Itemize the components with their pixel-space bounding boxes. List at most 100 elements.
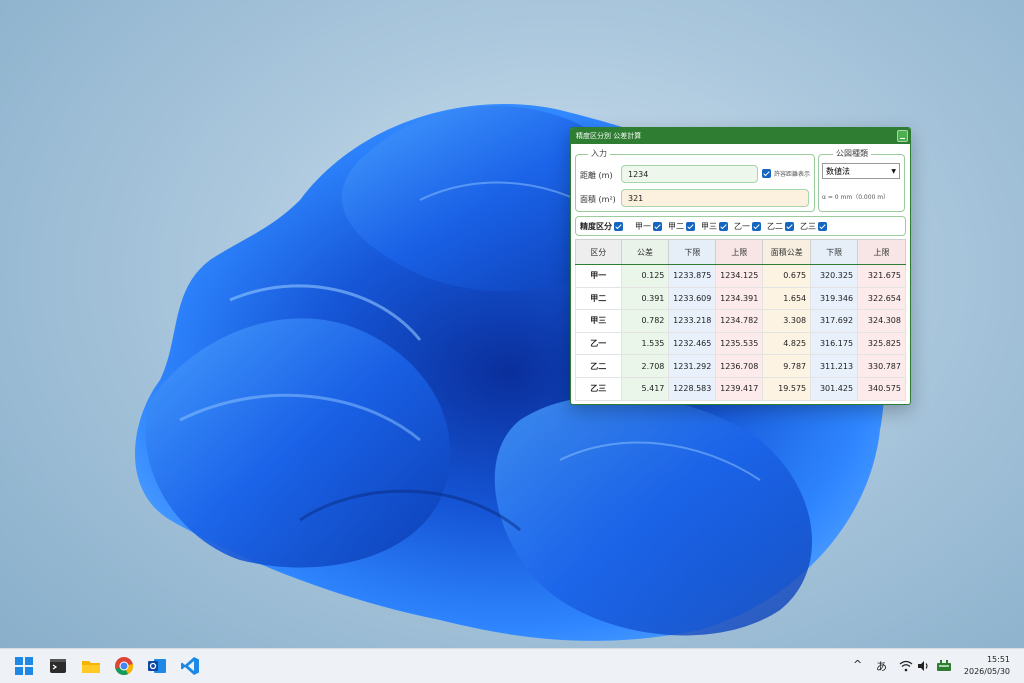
column-header[interactable]: 区分 — [575, 239, 622, 265]
precision-checkbox-6[interactable]: 乙三 — [800, 221, 827, 232]
start-icon[interactable] — [14, 656, 34, 676]
table-cell: 19.575 — [762, 376, 812, 401]
check-icon — [818, 222, 827, 231]
table-cell: 0.782 — [620, 309, 670, 333]
column-header[interactable]: 下限 — [810, 239, 859, 265]
precision-item-label: 甲三 — [701, 222, 717, 231]
table-cell: 1233.875 — [668, 264, 717, 288]
precision-item-label: 乙二 — [767, 222, 783, 231]
table-cell: 1.654 — [762, 286, 812, 311]
precision-all-checkbox[interactable]: 精度区分 — [580, 221, 623, 232]
chevron-up-icon[interactable]: ^ — [853, 658, 862, 671]
table-cell: 9.787 — [762, 354, 812, 378]
map-type-select[interactable]: 数値法 ▼ — [822, 163, 900, 179]
table-row[interactable]: 乙三 5.417 1228.583 1239.417 19.575 301.425 340.… — [575, 376, 906, 401]
check-icon — [785, 222, 794, 231]
precision-checkbox-1[interactable]: 甲一 — [635, 221, 662, 232]
show-tolerance-checkbox[interactable]: 許容距離表示 — [762, 169, 810, 178]
file-explorer-icon[interactable] — [81, 656, 101, 676]
table-row[interactable]: 甲一 0.125 1233.875 1234.125 0.675 320.325 321.6… — [575, 264, 906, 288]
show-tolerance-label: 許容距離表示 — [774, 171, 811, 178]
column-header[interactable]: 公差 — [620, 239, 670, 265]
area-input[interactable]: 321 — [621, 189, 809, 207]
clock-time: 15:51 — [986, 655, 1010, 664]
table-cell: 0.675 — [762, 264, 812, 288]
precision-item-label: 乙三 — [800, 222, 816, 231]
table-cell: 1232.465 — [668, 331, 717, 356]
row-category-cell: 乙二 — [575, 354, 622, 378]
map-type-selected: 数値法 — [826, 166, 850, 176]
check-icon — [614, 222, 623, 231]
table-row[interactable]: 甲二 0.391 1233.609 1234.391 1.654 319.346 322.6… — [575, 286, 906, 311]
precision-item-label: 甲一 — [635, 222, 651, 231]
vscode-icon[interactable] — [180, 656, 200, 676]
row-category-cell: 乙三 — [575, 376, 622, 401]
table-cell: 340.575 — [857, 376, 906, 401]
table-row[interactable]: 乙一 1.535 1232.465 1235.535 4.825 316.175 325.8… — [575, 331, 906, 356]
minimize-button[interactable] — [897, 130, 908, 142]
tray-app-icon[interactable] — [936, 658, 952, 672]
outlook-icon[interactable] — [147, 656, 167, 676]
table-cell: 1239.417 — [715, 376, 764, 401]
chrome-icon[interactable] — [114, 656, 134, 676]
precision-item-label: 乙一 — [734, 222, 750, 231]
table-cell: 320.325 — [810, 264, 859, 288]
table-cell: 0.125 — [620, 264, 670, 288]
terminal-icon[interactable] — [48, 656, 68, 676]
precision-checkbox-5[interactable]: 乙二 — [767, 221, 794, 232]
row-category-cell: 甲一 — [575, 264, 622, 288]
table-cell: 1233.609 — [668, 286, 717, 311]
check-icon — [719, 222, 728, 231]
area-value: 321 — [628, 193, 644, 203]
table-cell: 3.308 — [762, 309, 812, 333]
table-cell: 1231.292 — [668, 354, 717, 378]
taskbar: ^ あ 15:51 2026/05/30 — [0, 648, 1024, 683]
table-row[interactable]: 乙二 2.708 1231.292 1236.708 9.787 311.213 330.7… — [575, 354, 906, 378]
map-type-note: α = 0 mm（0.000 m） — [822, 194, 890, 201]
table-cell: 1235.535 — [715, 331, 764, 356]
distance-input[interactable]: 1234 — [621, 165, 758, 183]
precision-row: 精度区分 甲一 甲二 甲三 乙一 乙二 乙三 — [580, 221, 833, 232]
row-category-cell: 乙一 — [575, 331, 622, 356]
table-cell: 325.825 — [857, 331, 906, 356]
table-cell: 1.535 — [620, 331, 670, 356]
table-cell: 1234.391 — [715, 286, 764, 311]
table-cell: 301.425 — [810, 376, 859, 401]
table-cell: 316.175 — [810, 331, 859, 356]
title-bar[interactable]: 精度区分別 公差計算 — [571, 128, 910, 144]
column-header[interactable]: 下限 — [668, 239, 717, 265]
precision-checkbox-2[interactable]: 甲二 — [668, 221, 695, 232]
input-group-legend: 入力 — [588, 148, 610, 159]
table-cell: 1234.125 — [715, 264, 764, 288]
show-tolerance-check-icon — [762, 169, 771, 178]
table-cell: 321.675 — [857, 264, 906, 288]
precision-label: 精度区分 — [580, 222, 612, 231]
clock[interactable]: 15:51 2026/05/30 — [964, 654, 1010, 678]
wifi-icon[interactable] — [899, 660, 913, 672]
row-category-cell: 甲三 — [575, 309, 622, 333]
table-cell: 311.213 — [810, 354, 859, 378]
column-header[interactable]: 面積公差 — [762, 239, 812, 265]
row-category-cell: 甲二 — [575, 286, 622, 311]
table-cell: 317.692 — [810, 309, 859, 333]
distance-label: 距離 (m) — [580, 171, 613, 180]
table-cell: 0.391 — [620, 286, 670, 311]
column-header[interactable]: 上限 — [715, 239, 764, 265]
window-title: 精度区分別 公差計算 — [576, 132, 642, 140]
clock-date: 2026/05/30 — [963, 667, 1010, 676]
table-cell: 324.308 — [857, 309, 906, 333]
table-cell: 1236.708 — [715, 354, 764, 378]
volume-icon[interactable] — [917, 660, 931, 672]
table-cell: 1233.218 — [668, 309, 717, 333]
table-header-row: 区分 公差 下限 上限 面積公差 下限 上限 — [575, 239, 906, 265]
table-row[interactable]: 甲三 0.782 1233.218 1234.782 3.308 317.692 324.3… — [575, 309, 906, 333]
chevron-down-icon: ▼ — [891, 168, 896, 175]
column-header[interactable]: 上限 — [857, 239, 906, 265]
table-cell: 2.708 — [620, 354, 670, 378]
table-cell: 319.346 — [810, 286, 859, 311]
precision-checkbox-3[interactable]: 甲三 — [701, 221, 728, 232]
ime-indicator[interactable]: あ — [876, 658, 887, 674]
table-cell: 5.417 — [620, 376, 670, 401]
table-cell: 322.654 — [857, 286, 906, 311]
precision-checkbox-4[interactable]: 乙一 — [734, 221, 761, 232]
